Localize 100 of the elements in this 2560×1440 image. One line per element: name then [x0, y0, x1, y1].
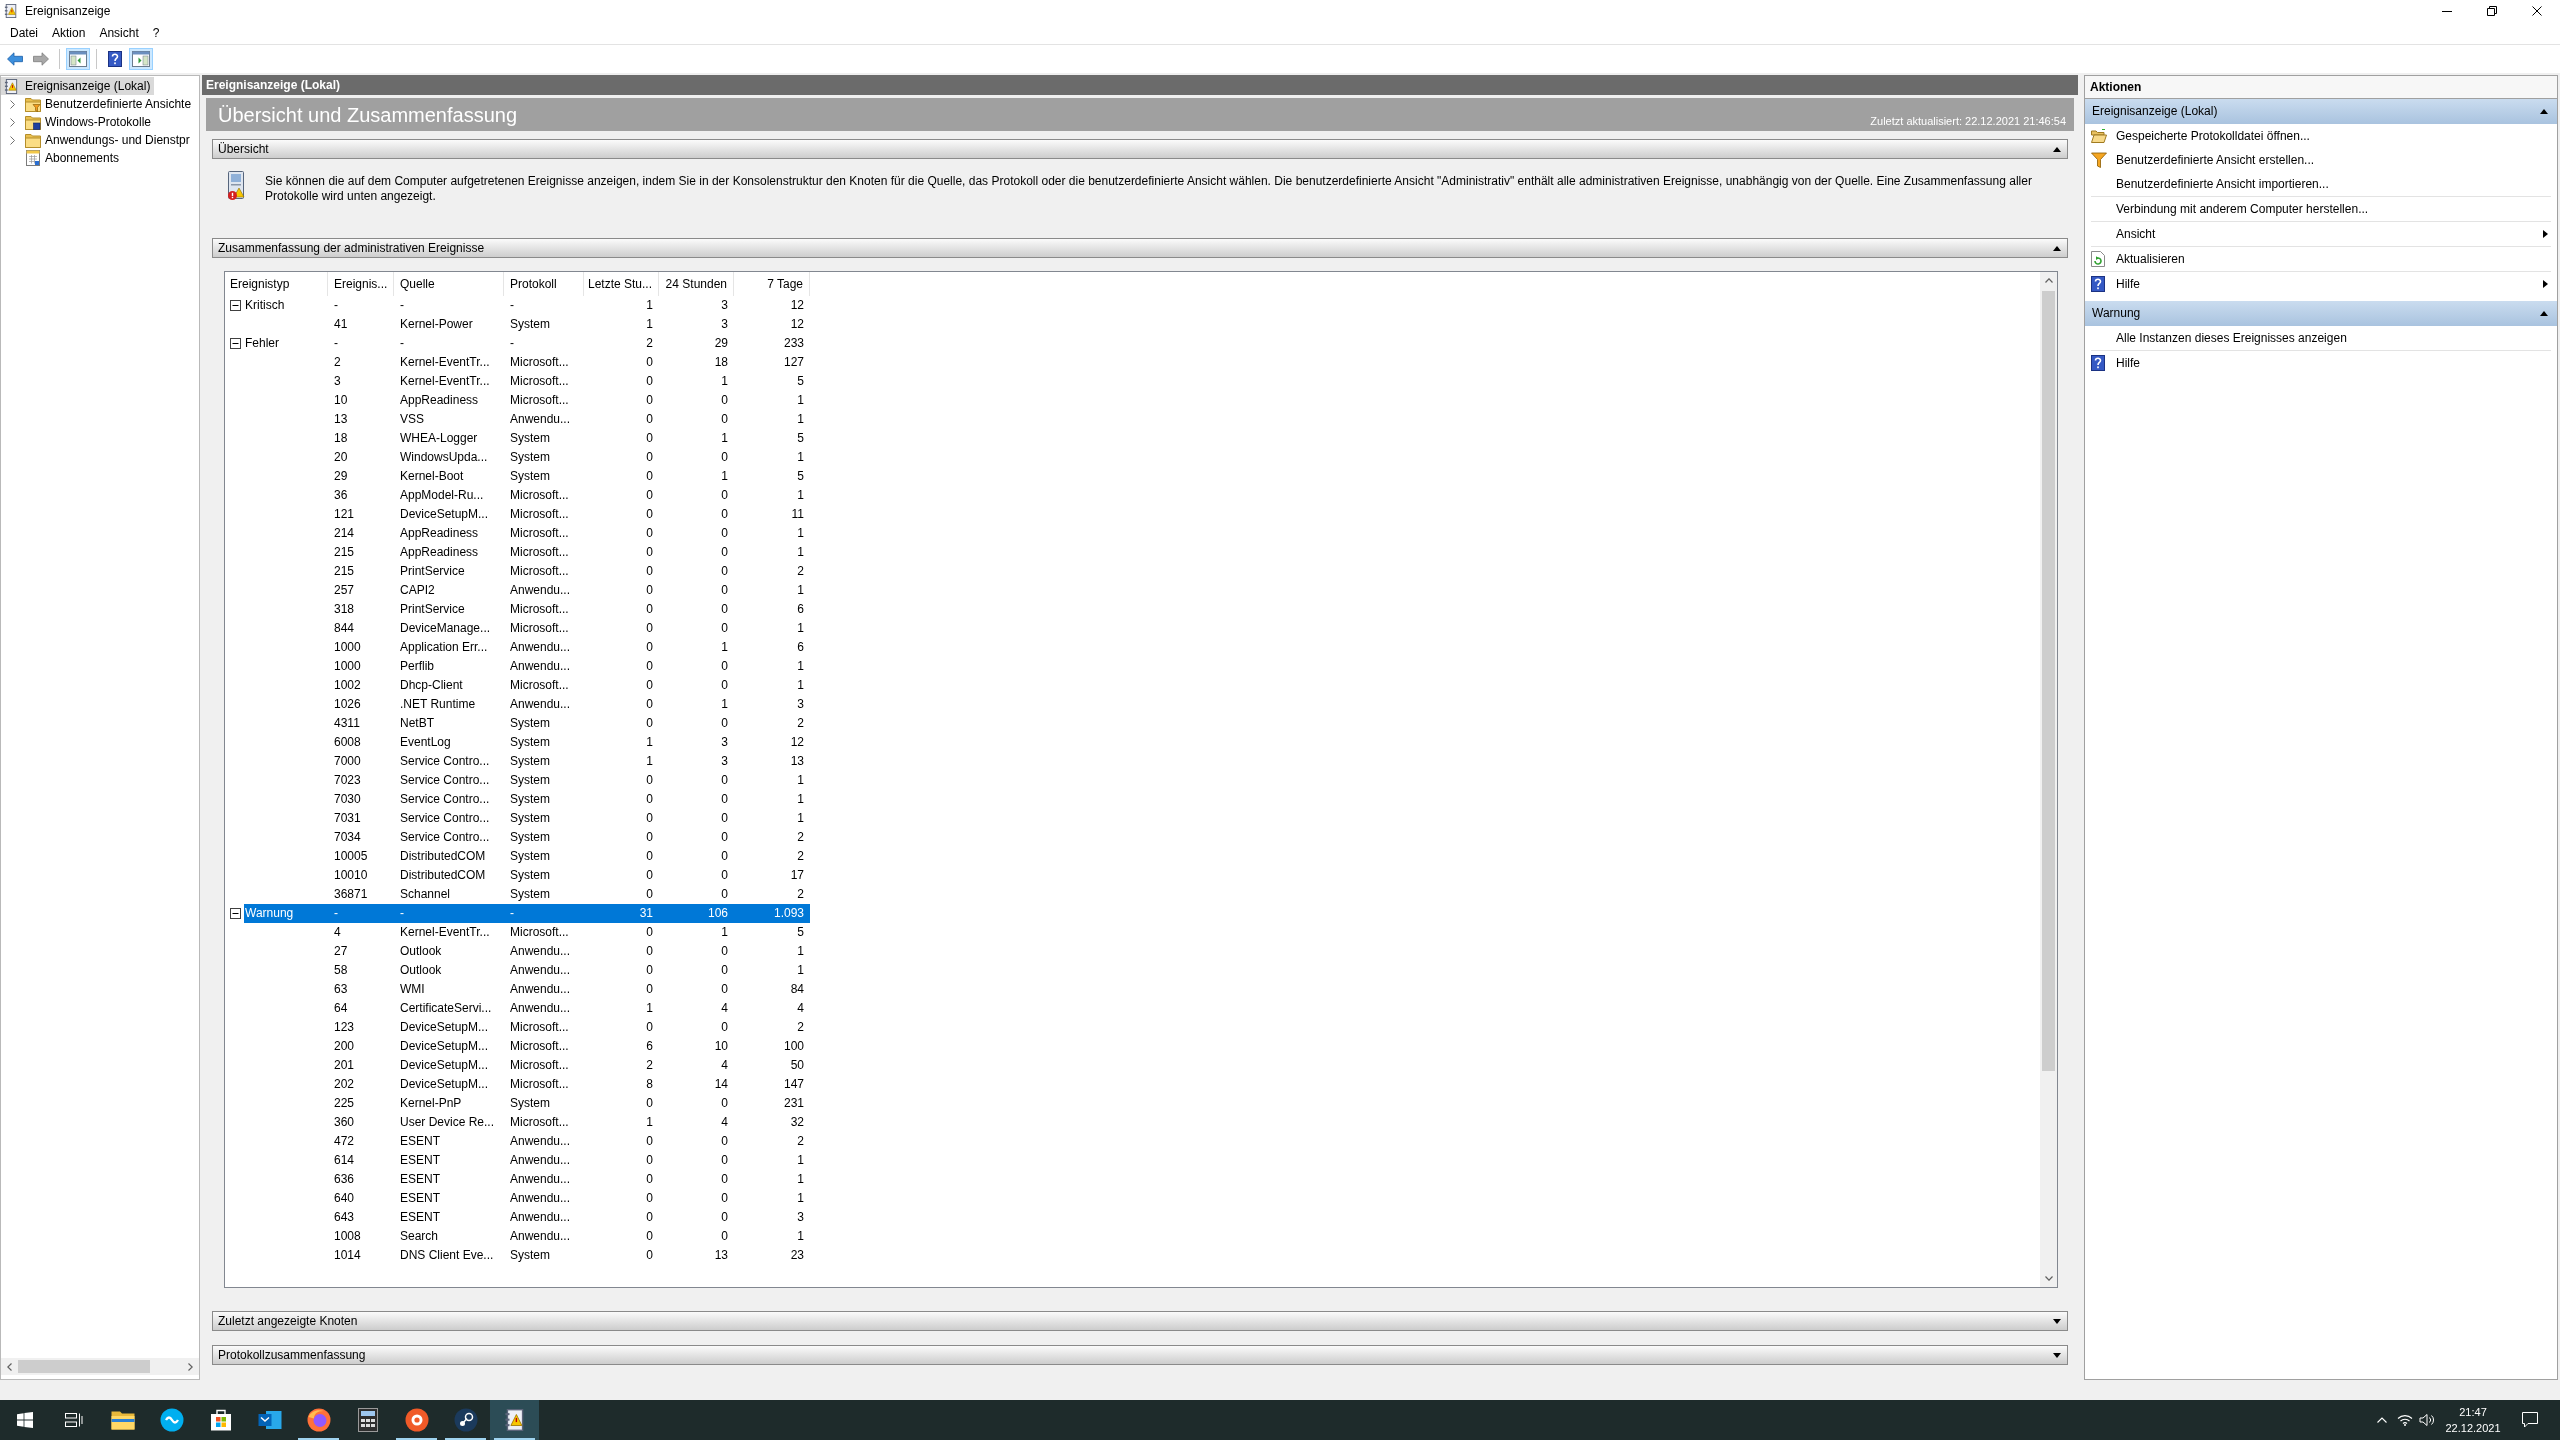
table-row[interactable]: Warnung - - - 31 106 1.093	[244, 904, 810, 923]
table-cell-text: 0	[645, 412, 654, 427]
table-cell-text: 3	[720, 317, 729, 332]
action-item[interactable]: Ansicht	[2091, 222, 2551, 246]
table-cell-text: 31	[638, 906, 654, 921]
action-item[interactable]: Benutzerdefinierte Ansicht importieren...	[2091, 172, 2551, 196]
table-cell-text: System	[509, 811, 551, 826]
scroll-left-icon[interactable]	[7, 1362, 12, 1371]
table-cell-text: 640	[333, 1191, 356, 1206]
table-cell-text: 2	[645, 1058, 654, 1073]
horizontal-scrollbar[interactable]	[1, 1358, 199, 1375]
table-cell-text: 844	[333, 621, 356, 636]
table-cell-text: 0	[645, 678, 654, 693]
table-cell-text: 1	[645, 1115, 654, 1130]
action-group-header[interactable]: Warnung	[2085, 301, 2557, 326]
action-item[interactable]: Aktualisieren	[2091, 247, 2551, 271]
column-header[interactable]: Quelle	[394, 272, 504, 296]
menu-item[interactable]: Ansicht	[92, 23, 146, 43]
column-header[interactable]: Letzte Stu...	[584, 272, 659, 296]
action-item[interactable]: Hilfe	[2091, 351, 2551, 375]
table-cell-text: 0	[645, 868, 654, 883]
table-cell-text: Microsoft...	[509, 488, 570, 503]
table-cell-text: -	[333, 298, 339, 313]
table-cell-text: Microsoft...	[509, 925, 570, 940]
table-cell-text: 106	[706, 906, 729, 921]
menu-item[interactable]: Aktion	[45, 23, 93, 43]
tree-item[interactable]: Ereignisanzeige (Lokal)	[1, 77, 155, 95]
scrollbar-thumb[interactable]	[2042, 291, 2055, 1071]
table-cell-text: 0	[720, 849, 729, 864]
table-cell-text: -	[333, 906, 339, 921]
section-header[interactable]: Übersicht	[212, 139, 2068, 159]
scroll-down-icon[interactable]	[2044, 1276, 2053, 1281]
table-cell-text: Kernel-EventTr...	[399, 374, 491, 389]
table-cell-text: 0	[720, 982, 729, 997]
clock-date[interactable]: 22.12.2021	[2445, 1420, 2501, 1436]
close-icon	[2532, 6, 2542, 16]
table-cell-text: 0	[645, 811, 654, 826]
table-cell-text: 0	[720, 1229, 729, 1244]
action-item[interactable]: Gespeicherte Protokolldatei öffnen...	[2091, 124, 2551, 148]
table-cell-text: -	[509, 906, 515, 921]
table-cell-text: Microsoft...	[509, 1115, 570, 1130]
action-item[interactable]: Verbindung mit anderem Computer herstellen...	[2091, 197, 2551, 221]
table-cell-text: 0	[645, 564, 654, 579]
action-item[interactable]: Hilfe	[2091, 272, 2551, 296]
menu-item[interactable]: ?	[145, 23, 167, 43]
table-cell-text: 14	[713, 1077, 729, 1092]
table-cell-text: 10	[713, 1039, 729, 1054]
table-cell-text: Microsoft...	[509, 355, 570, 370]
notification-icon[interactable]	[2522, 1412, 2538, 1428]
console-tree-button[interactable]	[66, 48, 90, 70]
game-app-icon	[453, 1408, 478, 1432]
table-cell-text: Kritisch	[244, 298, 286, 313]
clock-time[interactable]: 21:47	[2459, 1404, 2487, 1420]
table-cell-text: 5	[796, 374, 805, 389]
speaker-icon[interactable]	[2419, 1413, 2435, 1427]
section-header[interactable]: Protokollzusammenfassung	[212, 1345, 2068, 1365]
table-cell-text: 4311	[333, 716, 361, 731]
tree-item[interactable]: Windows-Protokolle	[10, 113, 156, 131]
tree-item[interactable]: Abonnements	[10, 149, 124, 167]
collapse-icon[interactable]	[230, 338, 241, 349]
table-cell-text: Anwendu...	[509, 1001, 572, 1016]
table-cell-text: Perflib	[399, 659, 435, 674]
column-header[interactable]: Ereignis...	[328, 272, 394, 296]
column-header[interactable]: 24 Stunden	[659, 272, 734, 296]
action-pane-button[interactable]	[129, 48, 153, 70]
table-cell-text: 0	[645, 374, 654, 389]
menu-item[interactable]: Datei	[3, 23, 45, 43]
help-icon	[2091, 276, 2105, 292]
tree-item[interactable]: Anwendungs- und Dienstpr	[10, 131, 194, 149]
table-cell-text: 0	[720, 583, 729, 598]
scroll-up-icon[interactable]	[2044, 278, 2053, 283]
table-cell-text: System	[509, 431, 551, 446]
table-cell-text: Search	[399, 1229, 440, 1244]
wifi-icon[interactable]	[2397, 1414, 2413, 1426]
taskbar-button[interactable]	[490, 1400, 539, 1440]
table-cell-text: 0	[720, 412, 729, 427]
chevron-up-icon[interactable]	[2377, 1417, 2387, 1423]
table-cell-text: 1	[796, 545, 805, 560]
column-header[interactable]: Protokoll	[504, 272, 584, 296]
table-cell-text: 1	[796, 621, 805, 636]
tree-item[interactable]: Benutzerdefinierte Ansichte	[10, 95, 196, 113]
vertical-scrollbar[interactable]	[2040, 272, 2057, 1287]
table-cell-text: 0	[645, 488, 654, 503]
section-header[interactable]: Zusammenfassung der administrativen Ereignisse	[212, 238, 2068, 258]
action-item[interactable]: Benutzerdefinierte Ansicht erstellen...	[2091, 148, 2551, 172]
table-cell-text: ESENT	[399, 1191, 441, 1206]
table-cell-text: 4	[796, 1001, 805, 1016]
table-cell-text: 2	[796, 1134, 805, 1149]
collapse-icon[interactable]	[230, 908, 241, 919]
column-header[interactable]: 7 Tage	[734, 272, 810, 296]
action-group-header[interactable]: Ereignisanzeige (Lokal)	[2085, 99, 2557, 124]
action-item[interactable]: Alle Instanzen dieses Ereignisses anzeigen	[2091, 326, 2551, 350]
scrollbar-thumb[interactable]	[18, 1360, 150, 1373]
section-header[interactable]: Zuletzt angezeigte Knoten	[212, 1311, 2068, 1331]
scroll-right-icon[interactable]	[188, 1362, 193, 1371]
table-cell-text: 0	[720, 602, 729, 617]
table-cell-text: ESENT	[399, 1153, 441, 1168]
column-header[interactable]: Ereignistyp	[225, 272, 328, 296]
collapse-icon[interactable]	[230, 300, 241, 311]
table-cell-text: 4	[333, 925, 342, 940]
